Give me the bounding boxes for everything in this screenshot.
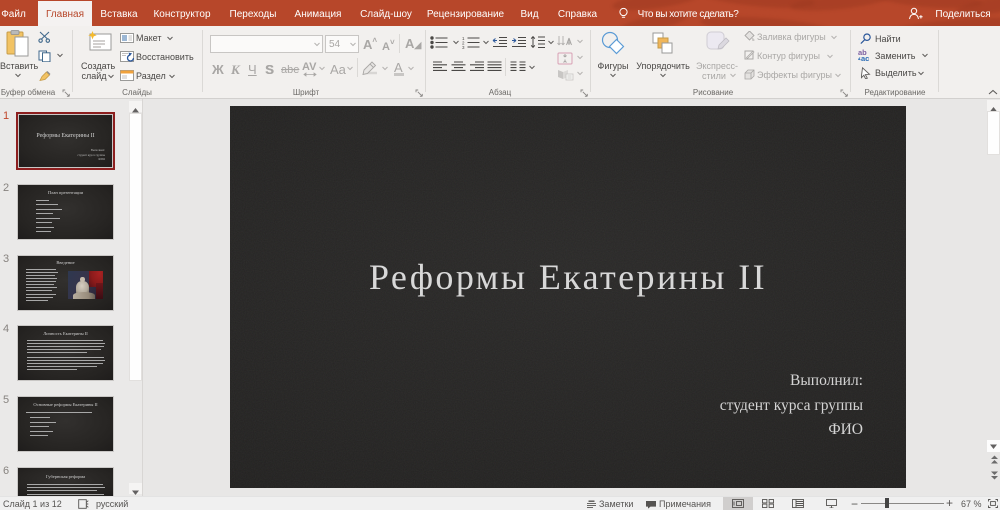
svg-text:ac: ac — [861, 54, 869, 61]
svg-text:3: 3 — [462, 45, 465, 49]
